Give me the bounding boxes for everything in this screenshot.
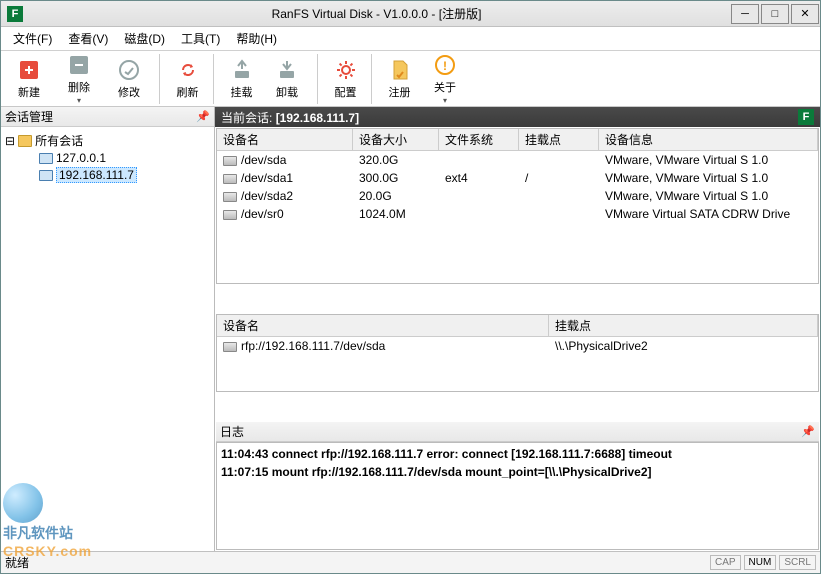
menu-tool[interactable]: 工具(T) xyxy=(173,27,228,50)
log-line: 11:04:43 connect rfp://192.168.111.7 err… xyxy=(221,445,814,463)
mount-list-header: 设备名 挂载点 xyxy=(217,315,818,337)
session-label: 当前会话: xyxy=(221,111,272,125)
log-title: 日志 xyxy=(220,423,244,440)
menu-file[interactable]: 文件(F) xyxy=(5,27,60,50)
window-title: RanFS Virtual Disk - V1.0.0.0 - [注册版] xyxy=(23,5,730,22)
tree-root-label: 所有会话 xyxy=(35,132,83,149)
tree-node-1[interactable]: 192.168.111.7 xyxy=(5,166,210,184)
tree-node-0[interactable]: 127.0.0.1 xyxy=(5,150,210,166)
app-icon: F xyxy=(7,6,23,22)
tree-root[interactable]: ⊟ 所有会话 xyxy=(5,131,210,150)
register-icon xyxy=(388,58,412,82)
window-controls: ─ □ ✕ xyxy=(730,2,820,26)
status-ready: 就绪 xyxy=(5,554,29,571)
col-mount[interactable]: 挂载点 xyxy=(549,315,818,336)
col-size[interactable]: 设备大小 xyxy=(353,129,439,150)
table-row[interactable]: /dev/sda1300.0Gext4/VMware, VMware Virtu… xyxy=(217,169,818,187)
new-button[interactable]: 新建 xyxy=(5,54,53,104)
unmount-icon xyxy=(275,58,299,82)
modify-icon xyxy=(117,58,141,82)
collapse-icon[interactable]: ⊟ xyxy=(5,134,15,148)
log-header: 日志 📌 xyxy=(216,422,819,442)
sidebar-header: 会话管理 📌 xyxy=(1,107,214,127)
refresh-icon xyxy=(176,58,200,82)
computer-icon xyxy=(39,153,53,164)
sidebar: 会话管理 📌 ⊟ 所有会话 127.0.0.1 192.168.111.7 xyxy=(1,107,215,551)
mount-icon xyxy=(230,58,254,82)
scrl-indicator: SCRL xyxy=(779,555,816,570)
pin-icon[interactable]: 📌 xyxy=(196,110,210,123)
disk-icon xyxy=(223,192,237,202)
disk-icon xyxy=(223,342,237,352)
disk-icon xyxy=(223,156,237,166)
status-bar: 就绪 CAP NUM SCRL xyxy=(1,551,820,573)
maximize-button[interactable]: □ xyxy=(761,4,789,24)
device-list-header: 设备名 设备大小 文件系统 挂载点 设备信息 xyxy=(217,129,818,151)
menu-view[interactable]: 查看(V) xyxy=(60,27,116,50)
new-icon xyxy=(17,58,41,82)
col-name[interactable]: 设备名 xyxy=(217,129,353,150)
status-indicators: CAP NUM SCRL xyxy=(710,555,816,570)
col-mount[interactable]: 挂载点 xyxy=(519,129,599,150)
disk-icon xyxy=(223,174,237,184)
mount-list: 设备名 挂载点 rfp://192.168.111.7/dev/sda\\.\P… xyxy=(216,314,819,392)
log-section: 日志 📌 11:04:43 connect rfp://192.168.111.… xyxy=(216,422,819,550)
config-button[interactable]: 配置 xyxy=(317,54,365,104)
sidebar-title: 会话管理 xyxy=(5,108,53,125)
chevron-down-icon: ▾ xyxy=(443,96,447,105)
title-bar: F RanFS Virtual Disk - V1.0.0.0 - [注册版] … xyxy=(1,1,820,27)
table-row[interactable]: /dev/sda220.0GVMware, VMware Virtual S 1… xyxy=(217,187,818,205)
device-list: 设备名 设备大小 文件系统 挂载点 设备信息 /dev/sda320.0GVMw… xyxy=(216,128,819,284)
unmount-button[interactable]: 卸载 xyxy=(263,54,311,104)
right-pane: 当前会话: [192.168.111.7] F 设备名 设备大小 文件系统 挂载… xyxy=(215,107,820,551)
svg-text:!: ! xyxy=(443,59,447,73)
close-button[interactable]: ✕ xyxy=(791,4,819,24)
about-icon: ! xyxy=(433,53,457,77)
col-info[interactable]: 设备信息 xyxy=(599,129,818,150)
session-badge-icon: F xyxy=(798,109,814,125)
mount-list-body[interactable]: rfp://192.168.111.7/dev/sda\\.\PhysicalD… xyxy=(217,337,818,355)
pin-icon[interactable]: 📌 xyxy=(801,425,815,438)
mount-button[interactable]: 挂载 xyxy=(213,54,261,104)
modify-button[interactable]: 修改 xyxy=(105,54,153,104)
gear-icon xyxy=(334,58,358,82)
session-bar: 当前会话: [192.168.111.7] F xyxy=(215,107,820,127)
main-area: 会话管理 📌 ⊟ 所有会话 127.0.0.1 192.168.111.7 当前… xyxy=(1,107,820,551)
toolbar: 新建 删除 ▾ 修改 刷新 挂载 卸载 配置 注册 ! 关于 ▾ xyxy=(1,51,820,107)
col-name[interactable]: 设备名 xyxy=(217,315,549,336)
register-button[interactable]: 注册 xyxy=(371,54,419,104)
chevron-down-icon: ▾ xyxy=(77,96,81,105)
menu-bar: 文件(F) 查看(V) 磁盘(D) 工具(T) 帮助(H) xyxy=(1,27,820,51)
col-fs[interactable]: 文件系统 xyxy=(439,129,519,150)
tree-node-label: 192.168.111.7 xyxy=(56,167,137,183)
folder-icon xyxy=(18,135,32,147)
refresh-button[interactable]: 刷新 xyxy=(159,54,207,104)
computer-icon xyxy=(39,170,53,181)
delete-icon xyxy=(67,53,91,77)
minimize-button[interactable]: ─ xyxy=(731,4,759,24)
disk-icon xyxy=(223,210,237,220)
table-row[interactable]: rfp://192.168.111.7/dev/sda\\.\PhysicalD… xyxy=(217,337,818,355)
menu-help[interactable]: 帮助(H) xyxy=(228,27,285,50)
session-tree[interactable]: ⊟ 所有会话 127.0.0.1 192.168.111.7 xyxy=(1,127,214,551)
delete-button[interactable]: 删除 ▾ xyxy=(55,54,103,104)
table-row[interactable]: /dev/sda320.0GVMware, VMware Virtual S 1… xyxy=(217,151,818,169)
log-line: 11:07:15 mount rfp://192.168.111.7/dev/s… xyxy=(221,463,814,481)
log-body[interactable]: 11:04:43 connect rfp://192.168.111.7 err… xyxy=(216,442,819,550)
session-value: [192.168.111.7] xyxy=(276,111,359,125)
menu-disk[interactable]: 磁盘(D) xyxy=(116,27,173,50)
about-button[interactable]: ! 关于 ▾ xyxy=(421,54,469,104)
device-list-body[interactable]: /dev/sda320.0GVMware, VMware Virtual S 1… xyxy=(217,151,818,223)
cap-indicator: CAP xyxy=(710,555,741,570)
tree-node-label: 127.0.0.1 xyxy=(56,151,106,165)
num-indicator: NUM xyxy=(744,555,777,570)
table-row[interactable]: /dev/sr01024.0MVMware Virtual SATA CDRW … xyxy=(217,205,818,223)
